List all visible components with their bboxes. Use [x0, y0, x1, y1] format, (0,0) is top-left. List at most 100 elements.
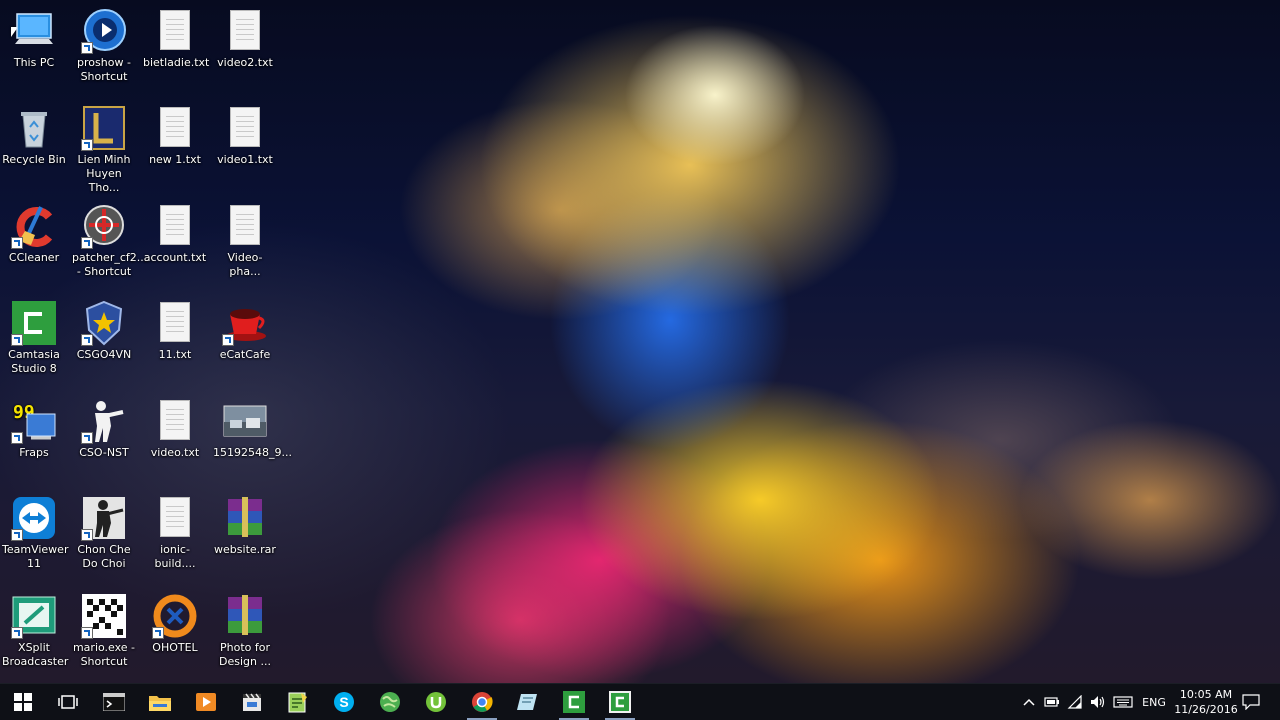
desktop-icon-recycle-bin[interactable]: Recycle Bin: [0, 99, 68, 187]
desktop-icon-ohotel[interactable]: OHOTEL: [141, 587, 209, 675]
desktop-icon-lien-minh[interactable]: Lien Minh Huyen Tho...: [70, 99, 138, 194]
desktop-icon-camtasia-studio[interactable]: Camtasia Studio 8: [0, 294, 68, 382]
taskbar-camtasia-recorder[interactable]: [597, 684, 643, 720]
text-file-icon: [152, 398, 198, 444]
taskbar-globe-app[interactable]: [367, 684, 413, 720]
taskbar-document-app[interactable]: [505, 684, 551, 720]
winrar-archive-icon: [222, 593, 268, 639]
text-file-icon: [152, 105, 198, 151]
desktop-icon-chon-che-do-choi[interactable]: Chon Che Do Choi: [70, 489, 138, 577]
taskbar-utorrent[interactable]: [413, 684, 459, 720]
image-thumbnail-icon: [222, 398, 268, 444]
document-app-icon: [517, 694, 537, 710]
soldier-icon: [81, 398, 127, 444]
fraps-icon: 99: [11, 398, 57, 444]
start-button[interactable]: [0, 684, 46, 720]
desktop-icon-proshow[interactable]: proshow - Shortcut: [70, 2, 138, 90]
xsplit-icon: [11, 593, 57, 639]
desktop-icon-ionic-build[interactable]: ionic-build....: [141, 489, 209, 577]
text-file-icon: [222, 105, 268, 151]
desktop-icon-cso-nst[interactable]: CSO-NST: [70, 392, 138, 480]
shortcut-overlay-icon: [11, 334, 23, 346]
desktop-icon-bietladie-txt[interactable]: bietladie.txt: [141, 2, 209, 90]
movie-maker-icon: [243, 693, 261, 711]
keyboard-icon: [1113, 696, 1133, 708]
tray-show-hidden-button[interactable]: [1018, 684, 1040, 720]
task-view-button[interactable]: [45, 684, 91, 720]
shortcut-overlay-icon: [11, 529, 23, 541]
computer-icon: [11, 8, 57, 54]
desktop-icon-mario[interactable]: mario.exe - Shortcut: [70, 587, 138, 675]
tray-touch-keyboard[interactable]: [1110, 684, 1136, 720]
desktop-icon-account-txt[interactable]: account.txt: [141, 197, 209, 285]
camtasia-icon: [11, 300, 57, 346]
tray-volume[interactable]: [1087, 684, 1109, 720]
desktop-icon-video-pha[interactable]: Video-pha...: [211, 197, 279, 285]
text-file-icon: [152, 8, 198, 54]
desktop-icon-ecatcafe[interactable]: eCatCafe: [211, 294, 279, 382]
clock-time: 10:05 AM: [1179, 688, 1233, 701]
tray-language[interactable]: ENG: [1138, 684, 1170, 720]
crossfire-icon: [81, 203, 127, 249]
ccleaner-icon: [11, 203, 57, 249]
windows-start-icon: [14, 693, 32, 711]
language-indicator: ENG: [1142, 695, 1166, 709]
shortcut-overlay-icon: [81, 139, 93, 151]
taskbar-movie-maker[interactable]: [229, 684, 275, 720]
globe-icon: [380, 692, 400, 712]
shortcut-overlay-icon: [81, 42, 93, 54]
desktop-icon-teamviewer[interactable]: TeamViewer 11: [0, 489, 68, 577]
shortcut-overlay-icon: [81, 627, 93, 639]
shortcut-overlay-icon: [11, 627, 23, 639]
desktop-icon-new1-txt[interactable]: new 1.txt: [141, 99, 209, 187]
skype-icon: S: [334, 692, 354, 712]
shortcut-overlay-icon: [11, 432, 23, 444]
taskbar: S ENG 10:05 AM 11/26/2016: [0, 683, 1280, 720]
lol-icon: [81, 105, 127, 151]
task-view-icon: [58, 695, 78, 709]
desktop-icon-ccleaner[interactable]: CCleaner: [0, 197, 68, 285]
desktop-icon-xsplit[interactable]: XSplit Broadcaster: [0, 587, 68, 675]
mario-icon: [81, 593, 127, 639]
desktop-icon-patcher-cf2[interactable]: patcher_cf2... - Shortcut: [70, 197, 147, 285]
text-file-icon: [152, 300, 198, 346]
desktop-icon-csgo4vn[interactable]: CSGO4VN: [70, 294, 138, 382]
teamviewer-icon: [11, 495, 57, 541]
winrar-archive-icon: [222, 495, 268, 541]
taskbar-command-prompt[interactable]: [91, 684, 137, 720]
csgo-shield-icon: [81, 300, 127, 346]
desktop-icon-11-txt[interactable]: 11.txt: [141, 294, 209, 382]
tray-battery[interactable]: [1041, 684, 1063, 720]
desktop-icon-fraps[interactable]: 99 Fraps: [0, 392, 68, 480]
utorrent-icon: [426, 692, 446, 712]
taskbar-chrome[interactable]: [459, 684, 505, 720]
tray-clock[interactable]: 10:05 AM 11/26/2016: [1174, 687, 1238, 717]
tray-network[interactable]: [1064, 684, 1086, 720]
taskbar-notepad-plus-plus[interactable]: [275, 684, 321, 720]
wifi-icon: [1067, 695, 1082, 709]
media-player-icon: [196, 693, 216, 711]
taskbar-media-player[interactable]: [183, 684, 229, 720]
desktop-icon-this-pc[interactable]: This PC: [0, 2, 68, 90]
desktop-icon-photo-15192548[interactable]: 15192548_9...: [211, 392, 292, 480]
shortcut-overlay-icon: [81, 529, 93, 541]
notification-icon: [1242, 694, 1260, 710]
shortcut-overlay-icon: [152, 627, 164, 639]
taskbar-camtasia-studio[interactable]: [551, 684, 597, 720]
counter-strike-icon: [81, 495, 127, 541]
taskbar-file-explorer[interactable]: [137, 684, 183, 720]
text-file-icon: [152, 203, 198, 249]
desktop-icon-video2-txt[interactable]: video2.txt: [211, 2, 279, 90]
shortcut-overlay-icon: [81, 432, 93, 444]
taskbar-skype[interactable]: S: [321, 684, 367, 720]
desktop-icon-photo-for-design[interactable]: Photo for Design ...: [211, 587, 279, 675]
action-center-button[interactable]: [1238, 684, 1264, 720]
speaker-icon: [1091, 696, 1105, 708]
camtasia-icon: [563, 691, 585, 713]
battery-icon: [1044, 697, 1059, 707]
desktop-icon-website-rar[interactable]: website.rar: [211, 489, 279, 577]
desktop-icon-video1-txt[interactable]: video1.txt: [211, 99, 279, 187]
text-file-icon: [222, 203, 268, 249]
desktop-icon-video-txt[interactable]: video.txt: [141, 392, 209, 480]
text-file-icon: [152, 495, 198, 541]
